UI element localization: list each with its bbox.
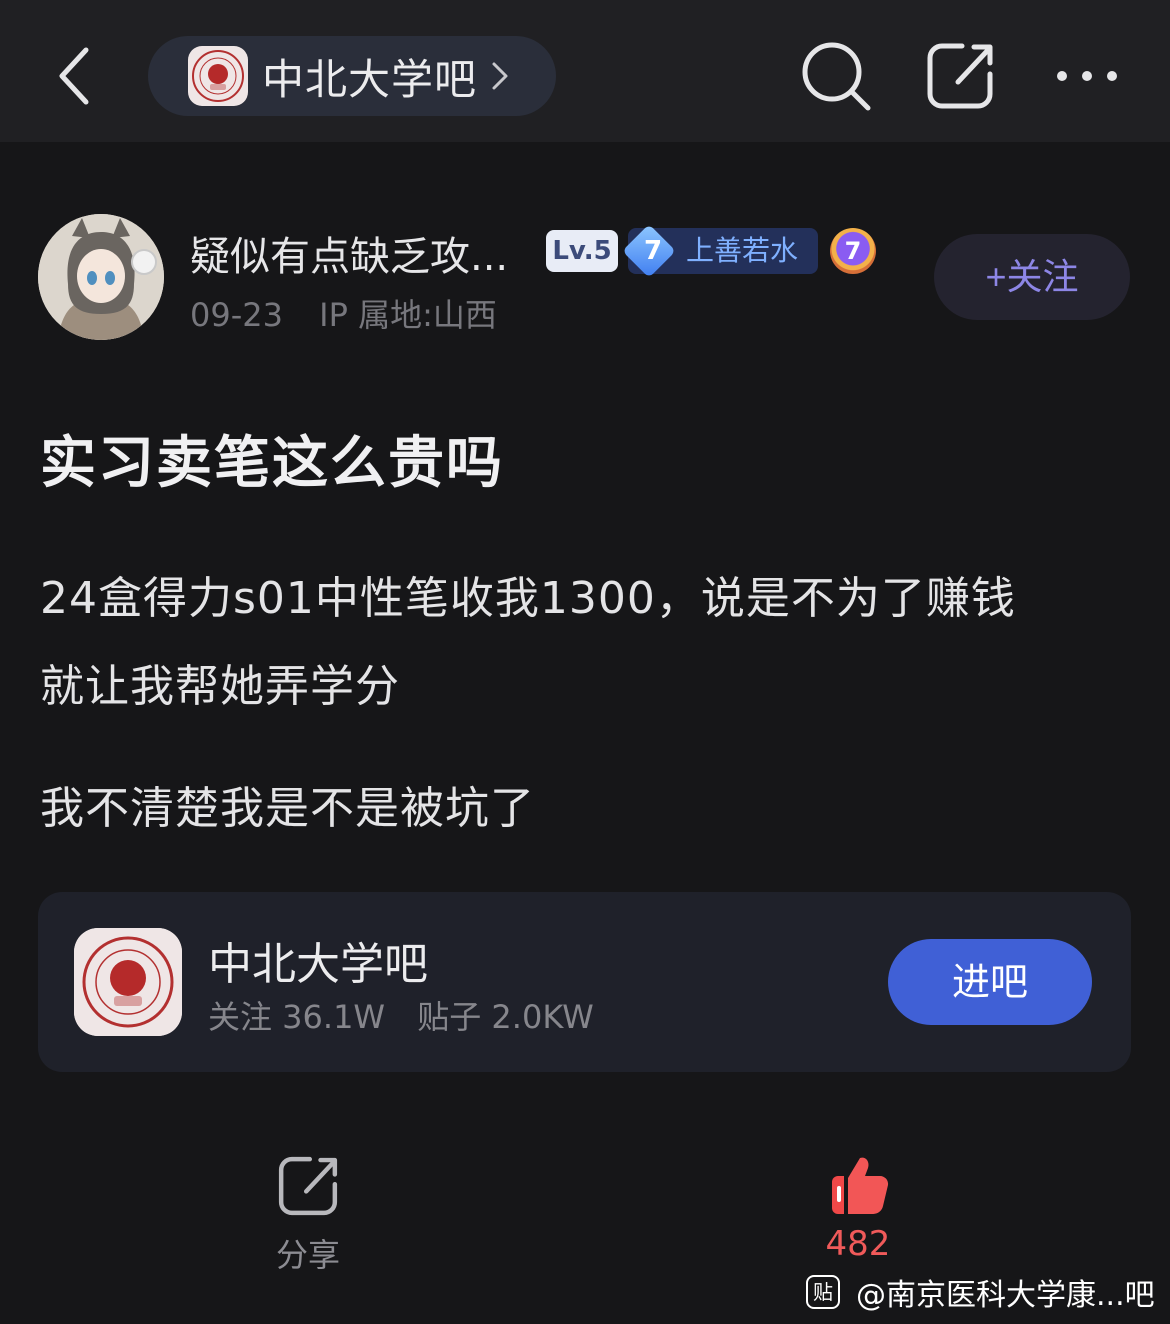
author-name[interactable]: 疑似有点缺乏攻...: [190, 224, 508, 282]
share-button[interactable]: 分享: [256, 1152, 360, 1276]
watermark-text: @南京医科大学康...吧: [856, 1278, 1155, 1313]
post-paragraph-line: 24盒得力s01中性笔收我1300，说是不为了赚钱: [40, 573, 1016, 624]
follow-button[interactable]: +关注: [934, 234, 1130, 320]
top-bar: 中北大学吧: [0, 0, 1170, 142]
share-top-button[interactable]: [922, 38, 998, 114]
rank-badge: 7 上善若水: [622, 224, 818, 278]
ip-location: IP 属地:山西: [319, 296, 497, 334]
more-dots-icon: [1057, 71, 1117, 81]
forum-card-name: 中北大学吧: [208, 939, 428, 990]
tieba-logo-icon: 贴: [806, 1275, 840, 1309]
back-chevron-icon: [59, 47, 89, 105]
chevron-right-icon: [492, 62, 508, 90]
medal-icon: 7: [830, 228, 876, 274]
search-icon: [802, 42, 871, 111]
forum-post-count: 贴子 2.0KW: [417, 998, 594, 1036]
post-paragraph: 我不清楚我是不是被坑了: [40, 783, 535, 834]
forum-followers: 关注 36.1W: [208, 998, 386, 1036]
search-button[interactable]: [798, 38, 874, 114]
post-meta: 09-23 IP 属地:山西: [190, 290, 497, 336]
share-icon: [278, 1156, 338, 1216]
like-button[interactable]: 482: [804, 1154, 912, 1264]
level-badge: Lv.5: [546, 230, 618, 272]
author-row: 疑似有点缺乏攻... Lv.5 7 上善若水 7 09-23 IP 属地:山西 …: [0, 200, 1170, 350]
share-label: 分享: [275, 1236, 340, 1274]
thumbs-up-icon: [832, 1157, 889, 1215]
like-count: 482: [825, 1224, 891, 1264]
more-button[interactable]: [1052, 38, 1122, 114]
watermark: 贴 @南京医科大学康...吧: [806, 1270, 1155, 1314]
rank-number: 7: [643, 236, 663, 266]
enter-forum-button[interactable]: 进吧: [888, 939, 1092, 1025]
share-icon: [927, 43, 993, 109]
forum-header-button[interactable]: 中北大学吧: [148, 36, 556, 116]
post-title: 实习卖笔这么贵吗: [40, 431, 504, 496]
avatar[interactable]: [38, 214, 164, 340]
post-paragraph-line: 就让我帮她弄学分: [40, 661, 400, 712]
back-button[interactable]: [52, 44, 104, 108]
forum-seal-icon: [74, 928, 182, 1036]
post-date: 09-23: [190, 296, 283, 334]
forum-stats: 关注 36.1W 贴子 2.0KW: [208, 992, 594, 1038]
forum-card[interactable]: 中北大学吧 关注 36.1W 贴子 2.0KW 进吧: [38, 892, 1131, 1072]
forum-header-name: 中北大学吧: [262, 54, 478, 104]
forum-seal-icon: [188, 46, 248, 106]
rank-title: 上善若水: [686, 234, 799, 267]
